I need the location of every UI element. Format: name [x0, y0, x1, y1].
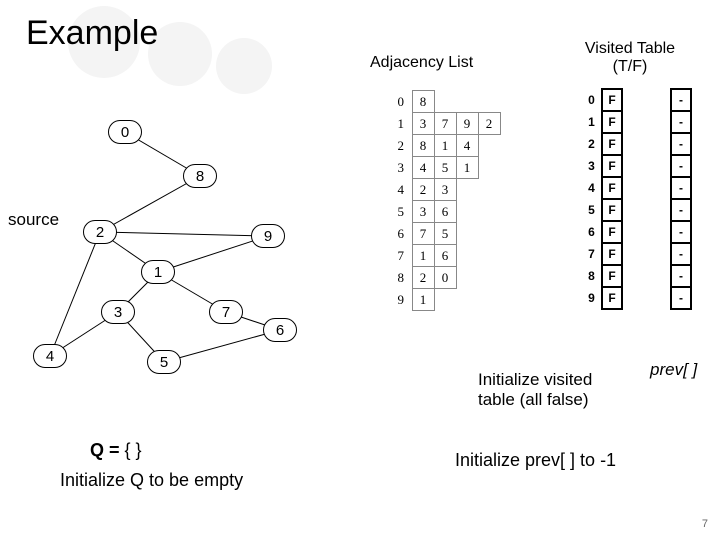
graph-node-7: 7: [209, 300, 243, 324]
graph-node-5: 5: [147, 350, 181, 374]
graph-node-8: 8: [183, 164, 217, 188]
adj-row: 716: [390, 245, 500, 267]
visited-table: 0F 1F 2F 3F 4F 5F 6F 7F 8F 9F: [582, 88, 623, 310]
graph-node-0: 0: [108, 120, 142, 144]
adj-row: 423: [390, 179, 500, 201]
page-number: 7: [702, 518, 708, 530]
graph-node-9: 9: [251, 224, 285, 248]
graph-node-1: 1: [141, 260, 175, 284]
table-row: 7F: [582, 243, 622, 265]
adj-row: 3451: [390, 157, 500, 179]
graph-node-6: 6: [263, 318, 297, 342]
graph-node-4: 4: [33, 344, 67, 368]
table-row: -: [671, 155, 691, 177]
prev-table: - - - - - - - - - -: [670, 88, 692, 310]
visited-header-l1: Visited Table: [575, 40, 685, 58]
table-row: -: [671, 287, 691, 309]
table-row: -: [671, 265, 691, 287]
prev-label: prev[ ]: [650, 360, 697, 380]
adj-row: 13792: [390, 113, 500, 135]
graph-node-3: 3: [101, 300, 135, 324]
table-row: -: [671, 243, 691, 265]
table-row: -: [671, 199, 691, 221]
table-row: 4F: [582, 177, 622, 199]
init-q: Initialize Q to be empty: [60, 470, 243, 491]
page-title: Example: [26, 14, 158, 53]
table-row: 0F: [582, 89, 622, 111]
graph-node-2: 2: [83, 220, 117, 244]
init-visited-l1: Initialize visited: [478, 370, 592, 390]
table-row: 2F: [582, 133, 622, 155]
table-row: 8F: [582, 265, 622, 287]
adjacency-header: Adjacency List: [370, 54, 473, 72]
adj-row: 2814: [390, 135, 500, 157]
init-prev: Initialize prev[ ] to -1: [455, 450, 616, 471]
adj-row: 536: [390, 201, 500, 223]
adj-row: 820: [390, 267, 500, 289]
adjacency-list: 08 13792 2814 3451 423 536 675 716 820 9…: [390, 90, 501, 311]
adj-row: 675: [390, 223, 500, 245]
table-row: -: [671, 133, 691, 155]
table-row: 5F: [582, 199, 622, 221]
table-row: -: [671, 89, 691, 111]
table-row: 6F: [582, 221, 622, 243]
table-row: 1F: [582, 111, 622, 133]
adj-row: 08: [390, 91, 500, 113]
table-row: -: [671, 221, 691, 243]
visited-header-l2: (T/F): [575, 58, 685, 76]
table-row: -: [671, 177, 691, 199]
q-equation: Q = { }: [90, 440, 142, 461]
adj-row: 91: [390, 289, 500, 311]
graph-diagram: 0 8 2 9 1 3 7 4 5 6: [10, 100, 330, 380]
table-row: -: [671, 111, 691, 133]
init-visited-l2: table (all false): [478, 390, 589, 410]
table-row: 9F: [582, 287, 622, 309]
table-row: 3F: [582, 155, 622, 177]
